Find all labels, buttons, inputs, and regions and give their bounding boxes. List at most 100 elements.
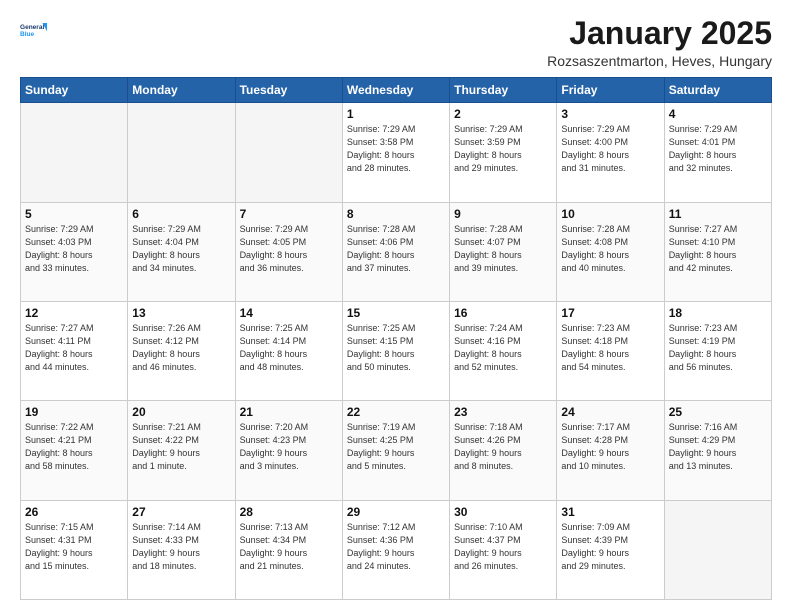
col-saturday: Saturday	[664, 78, 771, 103]
calendar-cell: 5 Sunrise: 7:29 AMSunset: 4:03 PMDaylight…	[21, 202, 128, 301]
col-monday: Monday	[128, 78, 235, 103]
day-detail: Sunrise: 7:29 AMSunset: 3:58 PMDaylight:…	[347, 123, 445, 175]
calendar-cell: 20 Sunrise: 7:21 AMSunset: 4:22 PMDayligh…	[128, 401, 235, 500]
day-number: 10	[561, 207, 659, 221]
header: GeneralBlue January 2025 Rozsaszentmarto…	[20, 16, 772, 69]
day-number: 30	[454, 505, 552, 519]
day-detail: Sunrise: 7:23 AMSunset: 4:18 PMDaylight:…	[561, 322, 659, 374]
day-detail: Sunrise: 7:24 AMSunset: 4:16 PMDaylight:…	[454, 322, 552, 374]
day-detail: Sunrise: 7:28 AMSunset: 4:06 PMDaylight:…	[347, 223, 445, 275]
calendar-cell: 26 Sunrise: 7:15 AMSunset: 4:31 PMDayligh…	[21, 500, 128, 599]
calendar-cell	[21, 103, 128, 202]
calendar-cell: 25 Sunrise: 7:16 AMSunset: 4:29 PMDayligh…	[664, 401, 771, 500]
day-number: 15	[347, 306, 445, 320]
day-number: 4	[669, 107, 767, 121]
month-title: January 2025	[547, 16, 772, 51]
day-number: 1	[347, 107, 445, 121]
calendar-cell: 11Sunrise: 7:27 AMSunset: 4:10 PMDayligh…	[664, 202, 771, 301]
calendar-cell: 2 Sunrise: 7:29 AMSunset: 3:59 PMDaylight…	[450, 103, 557, 202]
day-number: 11	[669, 207, 767, 221]
calendar-cell: 15 Sunrise: 7:25 AMSunset: 4:15 PMDayligh…	[342, 301, 449, 400]
day-detail: Sunrise: 7:25 AMSunset: 4:15 PMDaylight:…	[347, 322, 445, 374]
calendar-cell: 1 Sunrise: 7:29 AMSunset: 3:58 PMDaylight…	[342, 103, 449, 202]
day-number: 20	[132, 405, 230, 419]
day-number: 12	[25, 306, 123, 320]
day-number: 13	[132, 306, 230, 320]
day-detail: Sunrise: 7:23 AMSunset: 4:19 PMDaylight:…	[669, 322, 767, 374]
day-number: 31	[561, 505, 659, 519]
calendar-cell: 31 Sunrise: 7:09 AMSunset: 4:39 PMDayligh…	[557, 500, 664, 599]
day-number: 7	[240, 207, 338, 221]
col-thursday: Thursday	[450, 78, 557, 103]
col-wednesday: Wednesday	[342, 78, 449, 103]
day-number: 3	[561, 107, 659, 121]
day-number: 23	[454, 405, 552, 419]
calendar-cell: 16 Sunrise: 7:24 AMSunset: 4:16 PMDayligh…	[450, 301, 557, 400]
location: Rozsaszentmarton, Heves, Hungary	[547, 53, 772, 69]
day-number: 18	[669, 306, 767, 320]
day-detail: Sunrise: 7:28 AMSunset: 4:08 PMDaylight:…	[561, 223, 659, 275]
day-detail: Sunrise: 7:15 AMSunset: 4:31 PMDaylight:…	[25, 521, 123, 573]
calendar-cell: 4 Sunrise: 7:29 AMSunset: 4:01 PMDaylight…	[664, 103, 771, 202]
day-number: 8	[347, 207, 445, 221]
day-detail: Sunrise: 7:29 AMSunset: 4:05 PMDaylight:…	[240, 223, 338, 275]
calendar-cell	[235, 103, 342, 202]
col-tuesday: Tuesday	[235, 78, 342, 103]
calendar-cell: 28 Sunrise: 7:13 AMSunset: 4:34 PMDayligh…	[235, 500, 342, 599]
day-detail: Sunrise: 7:29 AMSunset: 3:59 PMDaylight:…	[454, 123, 552, 175]
calendar-week-2: 5 Sunrise: 7:29 AMSunset: 4:03 PMDaylight…	[21, 202, 772, 301]
calendar-cell: 19 Sunrise: 7:22 AMSunset: 4:21 PMDayligh…	[21, 401, 128, 500]
col-sunday: Sunday	[21, 78, 128, 103]
calendar-table: Sunday Monday Tuesday Wednesday Thursday…	[20, 77, 772, 600]
day-number: 24	[561, 405, 659, 419]
day-detail: Sunrise: 7:13 AMSunset: 4:34 PMDaylight:…	[240, 521, 338, 573]
day-number: 21	[240, 405, 338, 419]
day-number: 9	[454, 207, 552, 221]
day-number: 2	[454, 107, 552, 121]
day-detail: Sunrise: 7:10 AMSunset: 4:37 PMDaylight:…	[454, 521, 552, 573]
calendar-cell: 6Sunrise: 7:29 AMSunset: 4:04 PMDaylight…	[128, 202, 235, 301]
day-detail: Sunrise: 7:28 AMSunset: 4:07 PMDaylight:…	[454, 223, 552, 275]
calendar-week-4: 19 Sunrise: 7:22 AMSunset: 4:21 PMDayligh…	[21, 401, 772, 500]
day-number: 25	[669, 405, 767, 419]
day-detail: Sunrise: 7:16 AMSunset: 4:29 PMDaylight:…	[669, 421, 767, 473]
calendar-cell: 12Sunrise: 7:27 AMSunset: 4:11 PMDayligh…	[21, 301, 128, 400]
day-detail: Sunrise: 7:09 AMSunset: 4:39 PMDaylight:…	[561, 521, 659, 573]
day-detail: Sunrise: 7:17 AMSunset: 4:28 PMDaylight:…	[561, 421, 659, 473]
day-number: 29	[347, 505, 445, 519]
day-number: 28	[240, 505, 338, 519]
day-number: 14	[240, 306, 338, 320]
header-row: Sunday Monday Tuesday Wednesday Thursday…	[21, 78, 772, 103]
day-detail: Sunrise: 7:29 AMSunset: 4:01 PMDaylight:…	[669, 123, 767, 175]
calendar-cell	[664, 500, 771, 599]
day-number: 6	[132, 207, 230, 221]
day-number: 19	[25, 405, 123, 419]
day-number: 5	[25, 207, 123, 221]
logo: GeneralBlue	[20, 16, 48, 44]
day-detail: Sunrise: 7:25 AMSunset: 4:14 PMDaylight:…	[240, 322, 338, 374]
calendar-cell: 8 Sunrise: 7:28 AMSunset: 4:06 PMDaylight…	[342, 202, 449, 301]
calendar-cell: 30 Sunrise: 7:10 AMSunset: 4:37 PMDayligh…	[450, 500, 557, 599]
day-detail: Sunrise: 7:19 AMSunset: 4:25 PMDaylight:…	[347, 421, 445, 473]
calendar-week-3: 12Sunrise: 7:27 AMSunset: 4:11 PMDayligh…	[21, 301, 772, 400]
calendar-cell: 24 Sunrise: 7:17 AMSunset: 4:28 PMDayligh…	[557, 401, 664, 500]
calendar-cell: 17Sunrise: 7:23 AMSunset: 4:18 PMDayligh…	[557, 301, 664, 400]
day-detail: Sunrise: 7:29 AMSunset: 4:03 PMDaylight:…	[25, 223, 123, 275]
day-detail: Sunrise: 7:26 AMSunset: 4:12 PMDaylight:…	[132, 322, 230, 374]
col-friday: Friday	[557, 78, 664, 103]
day-detail: Sunrise: 7:20 AMSunset: 4:23 PMDaylight:…	[240, 421, 338, 473]
day-detail: Sunrise: 7:12 AMSunset: 4:36 PMDaylight:…	[347, 521, 445, 573]
calendar-cell: 18 Sunrise: 7:23 AMSunset: 4:19 PMDayligh…	[664, 301, 771, 400]
calendar-cell: 3Sunrise: 7:29 AMSunset: 4:00 PMDaylight…	[557, 103, 664, 202]
day-number: 27	[132, 505, 230, 519]
day-number: 22	[347, 405, 445, 419]
calendar-cell: 21 Sunrise: 7:20 AMSunset: 4:23 PMDayligh…	[235, 401, 342, 500]
day-detail: Sunrise: 7:22 AMSunset: 4:21 PMDaylight:…	[25, 421, 123, 473]
day-detail: Sunrise: 7:21 AMSunset: 4:22 PMDaylight:…	[132, 421, 230, 473]
day-number: 16	[454, 306, 552, 320]
calendar-week-5: 26 Sunrise: 7:15 AMSunset: 4:31 PMDayligh…	[21, 500, 772, 599]
day-number: 26	[25, 505, 123, 519]
svg-text:Blue: Blue	[20, 31, 34, 38]
calendar-cell: 10 Sunrise: 7:28 AMSunset: 4:08 PMDayligh…	[557, 202, 664, 301]
calendar-cell: 27Sunrise: 7:14 AMSunset: 4:33 PMDayligh…	[128, 500, 235, 599]
